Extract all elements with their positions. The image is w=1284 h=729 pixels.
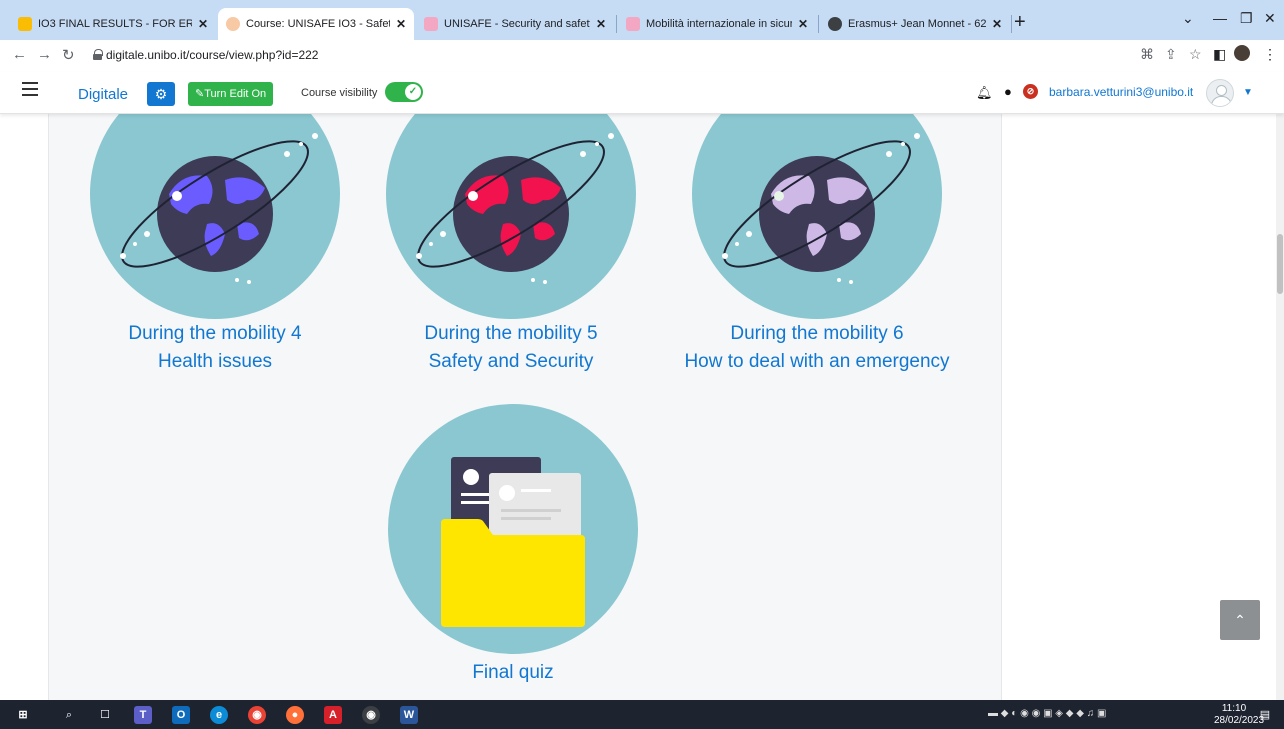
windows-start-icon[interactable]: ⊞ xyxy=(14,706,32,724)
translate-icon[interactable]: ⌘ xyxy=(1140,46,1154,63)
task-view-icon[interactable]: ☐ xyxy=(96,706,114,724)
tab-separator xyxy=(1011,15,1012,33)
final-quiz-link[interactable]: Final quiz xyxy=(353,659,673,687)
user-email-link[interactable]: barbara.vetturini3@unibo.it xyxy=(1049,85,1193,99)
browser-tab-strip: IO3 FINAL RESULTS - FOR ERASM ✕ Course: … xyxy=(0,0,1284,40)
clock-time: 11:10 xyxy=(1221,703,1247,714)
close-icon[interactable]: ✕ xyxy=(798,17,808,31)
globe-icon xyxy=(828,17,842,31)
browser-tab-1[interactable]: IO3 FINAL RESULTS - FOR ERASM ✕ xyxy=(10,8,216,40)
module-title[interactable]: During the mobility 5 xyxy=(351,320,671,348)
new-tab-button[interactable]: + xyxy=(1014,12,1026,32)
site-navbar: Digitale ⚙ ✎Turn Edit On Course visibili… xyxy=(0,72,1284,114)
site-brand-link[interactable]: Digitale xyxy=(78,86,128,103)
turn-edit-on-button[interactable]: ✎Turn Edit On xyxy=(188,82,274,106)
page-scrollbar[interactable] xyxy=(1276,114,1284,700)
tab-separator xyxy=(616,15,617,33)
stop-access-icon[interactable]: ⊘ xyxy=(1023,84,1038,99)
module-final-quiz[interactable]: Final quiz xyxy=(353,403,673,687)
close-icon[interactable]: ✕ xyxy=(596,17,606,31)
module-title[interactable]: During the mobility 4 xyxy=(55,320,375,348)
module-title[interactable]: During the mobility 6 xyxy=(657,320,977,348)
reload-icon[interactable]: ↻ xyxy=(62,46,75,64)
chrome-profile-icon[interactable]: ◉ xyxy=(362,706,380,724)
drive-icon xyxy=(18,17,32,31)
search-icon[interactable]: ⌕ xyxy=(60,706,78,724)
browser-tab-4[interactable]: Mobilità internazionale in sicurez ✕ xyxy=(618,8,816,40)
outlook-icon[interactable]: O xyxy=(172,706,190,724)
lock-icon[interactable] xyxy=(93,49,103,60)
module-subtitle[interactable]: Health issues xyxy=(55,348,375,376)
maximize-icon[interactable]: ❐ xyxy=(1240,10,1253,27)
window-close-icon[interactable]: ✕ xyxy=(1264,10,1276,27)
browser-tab-2[interactable]: Course: UNISAFE IO3 - Safety and ✕ xyxy=(218,8,414,40)
more-menu-icon[interactable]: ⋮ xyxy=(1263,46,1277,63)
folder-documents-icon[interactable] xyxy=(385,403,641,655)
clock-date: 28/02/2023 xyxy=(1214,715,1265,726)
chrome-icon[interactable]: ◉ xyxy=(248,706,266,724)
unisafe-icon xyxy=(626,17,640,31)
unisafe-icon xyxy=(424,17,438,31)
module-mobility-5[interactable]: During the mobility 5 Safety and Securit… xyxy=(351,114,671,376)
messages-icon[interactable]: ● xyxy=(1004,84,1012,99)
chevron-down-icon[interactable]: ▼ xyxy=(1243,87,1253,98)
world-globe-icon[interactable] xyxy=(689,114,945,320)
notification-bell-icon[interactable]: 🔔︎ xyxy=(976,85,993,101)
minimize-icon[interactable]: — xyxy=(1213,10,1227,26)
windows-taskbar: ⊞ ⌕ ☐ T O e ◉ ● A ◉ W ▬ ◆ ◐ ◉ ◉ ▣ ◈ ◆ ◆ … xyxy=(0,700,1284,729)
module-mobility-6[interactable]: During the mobility 6 How to deal with a… xyxy=(657,114,977,376)
tab-separator xyxy=(818,15,819,33)
tab-title: Erasmus+ Jean Monnet - 621101 xyxy=(848,18,986,30)
tab-title: UNISAFE - Security and safety or xyxy=(444,18,590,30)
address-bar: ← → ↻ digitale.unibo.it/course/view.php?… xyxy=(0,40,1284,70)
sidepanel-icon[interactable]: ◧ xyxy=(1213,46,1226,63)
course-visibility-toggle[interactable]: ✓ xyxy=(385,82,423,102)
profile-avatar-icon[interactable] xyxy=(1234,45,1250,61)
url-field[interactable]: digitale.unibo.it/course/view.php?id=222 xyxy=(106,48,318,62)
gears-icon: ⚙ xyxy=(154,86,168,102)
browser-tab-5[interactable]: Erasmus+ Jean Monnet - 621101 ✕ xyxy=(820,8,1010,40)
firefox-icon[interactable]: ● xyxy=(286,706,304,724)
close-icon[interactable]: ✕ xyxy=(992,17,1002,31)
back-icon[interactable]: ← xyxy=(12,46,27,63)
tab-title: Course: UNISAFE IO3 - Safety and xyxy=(246,18,390,30)
course-content: During the mobility 4 Health issues Duri… xyxy=(48,114,1002,700)
forward-icon[interactable]: → xyxy=(37,46,52,63)
bookmark-star-icon[interactable]: ☆ xyxy=(1189,46,1202,63)
word-icon[interactable]: W xyxy=(400,706,418,724)
teams-icon[interactable]: T xyxy=(134,706,152,724)
unibo-icon xyxy=(226,17,240,31)
share-icon[interactable]: ⇪ xyxy=(1165,46,1177,63)
edge-icon[interactable]: e xyxy=(210,706,228,724)
browser-tab-3[interactable]: UNISAFE - Security and safety or ✕ xyxy=(416,8,614,40)
back-to-top-button[interactable]: ⌃ xyxy=(1220,600,1260,640)
hamburger-menu-icon[interactable] xyxy=(22,82,38,96)
close-icon[interactable]: ✕ xyxy=(198,17,208,31)
module-mobility-4[interactable]: During the mobility 4 Health issues xyxy=(55,114,375,376)
notifications-icon[interactable]: ▤ xyxy=(1256,706,1274,724)
edit-button-label: Turn Edit On xyxy=(204,88,267,100)
check-icon: ✓ xyxy=(405,84,421,100)
course-visibility-label: Course visibility xyxy=(301,87,378,99)
module-subtitle[interactable]: How to deal with an emergency xyxy=(657,348,977,376)
chevron-up-icon: ⌃ xyxy=(1234,612,1246,628)
acrobat-icon[interactable]: A xyxy=(324,706,342,724)
world-globe-icon[interactable] xyxy=(383,114,639,320)
tab-search-icon[interactable]: ⌄ xyxy=(1182,10,1194,27)
edit-icon: ✎ xyxy=(195,88,205,100)
user-avatar[interactable] xyxy=(1206,79,1234,107)
course-settings-button[interactable]: ⚙ xyxy=(147,82,175,106)
scrollbar-thumb[interactable] xyxy=(1277,234,1283,294)
close-icon[interactable]: ✕ xyxy=(396,17,406,31)
tab-title: Mobilità internazionale in sicurez xyxy=(646,18,792,30)
module-subtitle[interactable]: Safety and Security xyxy=(351,348,671,376)
taskbar-clock[interactable]: 11:10 28/02/2023 xyxy=(1214,703,1265,727)
tab-title: IO3 FINAL RESULTS - FOR ERASM xyxy=(38,18,192,30)
world-globe-icon[interactable] xyxy=(87,114,343,320)
tray-icons[interactable]: ▬ ◆ ◐ ◉ ◉ ▣ ◈ ◆ ◆ ♫ ▣ xyxy=(988,708,1106,719)
